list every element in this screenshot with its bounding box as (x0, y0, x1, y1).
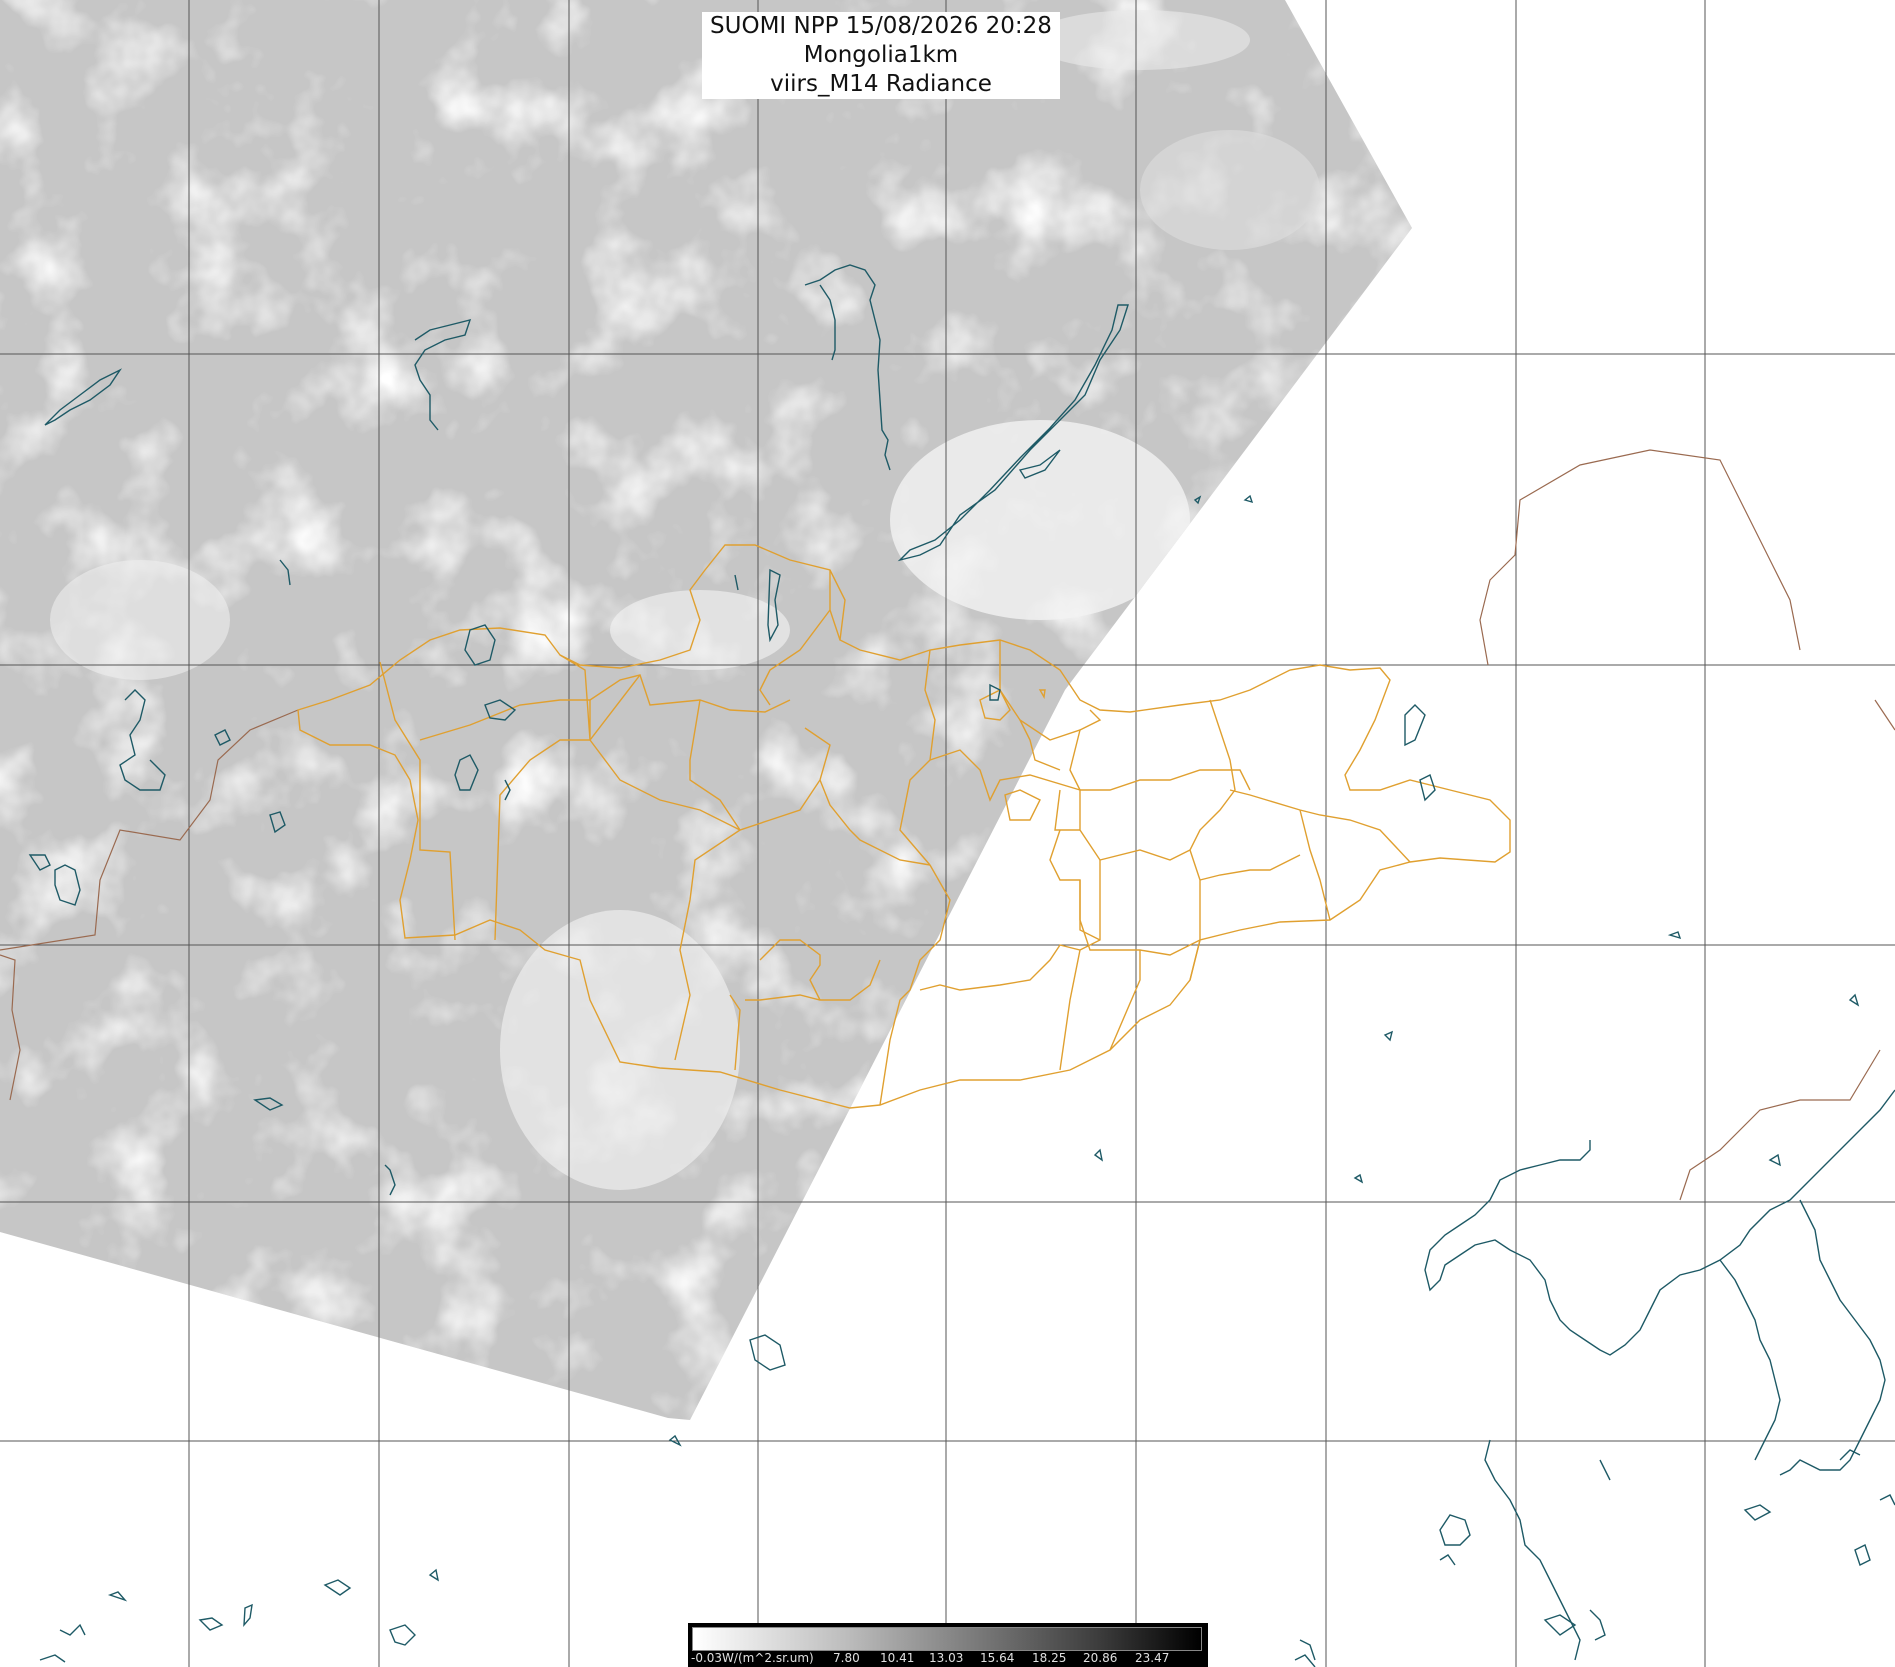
title-line-2: viirs_M14 Radiance (770, 71, 992, 97)
swath-image (0, 0, 1412, 1420)
colorbar-legend: -0.03W/(m^2.sr.um) 7.80 10.41 13.03 15.6… (688, 1623, 1208, 1667)
colorbar-tick: 23.47 (1135, 1651, 1170, 1665)
title-line-1: SUOMI NPP 15/08/2026 20:28 Mongolia1km (710, 13, 1052, 68)
colorbar-tick: 7.80 (833, 1651, 860, 1665)
map-title: SUOMI NPP 15/08/2026 20:28 Mongolia1km v… (702, 12, 1060, 99)
colorbar-tick: 10.41 (880, 1651, 915, 1665)
colorbar-tick: 15.64 (980, 1651, 1015, 1665)
satellite-map (0, 0, 1895, 1667)
colorbar-unit-label: -0.03W/(m^2.sr.um) (691, 1651, 814, 1665)
colorbar-ramp (692, 1627, 1202, 1651)
colorbar-tick: 18.25 (1032, 1651, 1067, 1665)
colorbar-tick: 13.03 (929, 1651, 964, 1665)
colorbar-tick: 20.86 (1083, 1651, 1118, 1665)
